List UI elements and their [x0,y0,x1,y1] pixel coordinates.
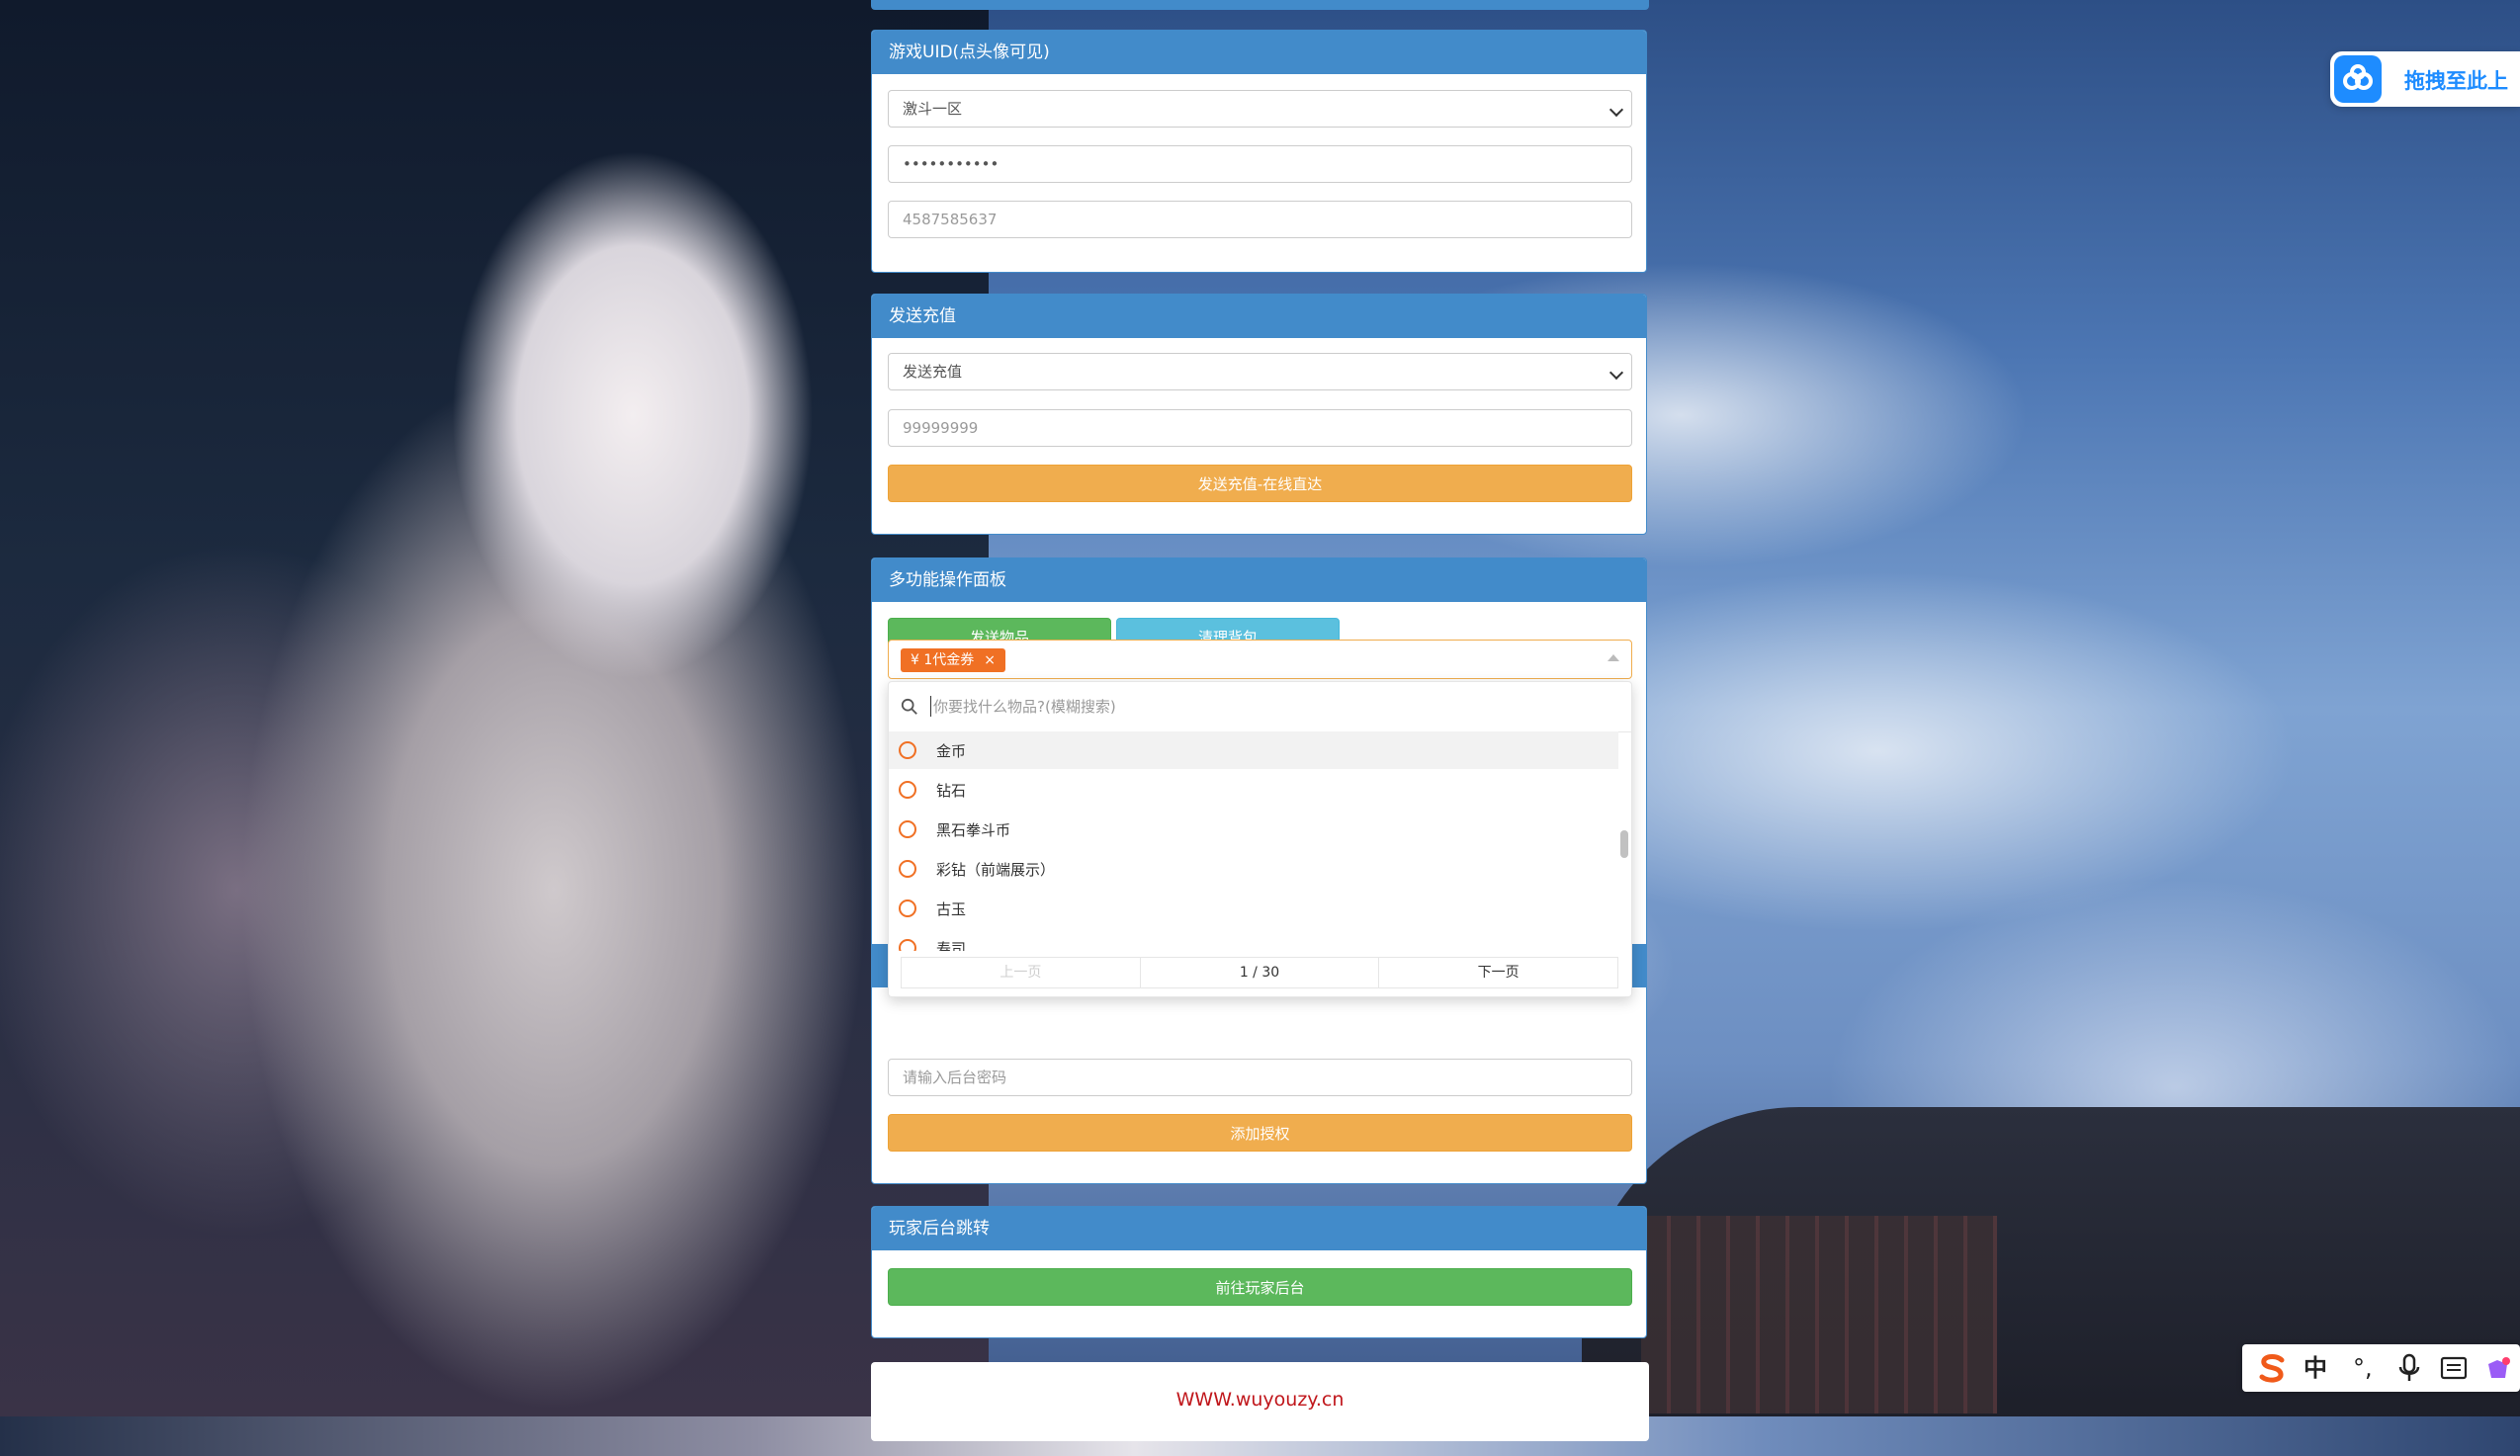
option-label: 彩钻（前端展示） [936,861,1056,879]
dropdown-scrollbar[interactable] [1620,830,1628,858]
search-icon [901,698,917,715]
radio-icon [899,939,916,951]
radio-icon [899,820,916,838]
game-uid-panel: 游戏UID(点头像可见) 激斗一区 ••••••••••• 4587585637 [871,30,1647,273]
keyboard-icon[interactable] [2440,1352,2468,1384]
radio-icon [899,899,916,917]
multi-function-panel: 多功能操作面板 发送物品 清理背包 ¥ 1代金券 × 请输入后台密码 添加授权 你… [871,557,1647,1184]
anime-girl-artwork [0,0,989,1416]
player-backend-panel: 玩家后台跳转 前往玩家后台 [871,1206,1647,1338]
panel-title: 玩家后台跳转 [872,1207,1646,1250]
option-label: 钻石 [936,782,967,800]
password-field[interactable]: ••••••••••• [888,145,1632,183]
caret-up-icon[interactable] [1608,654,1619,661]
selected-item-tag: ¥ 1代金券 × [901,648,1005,672]
panel-title: 发送充值 [872,295,1646,338]
ime-toolbar: 中 °, [2242,1344,2520,1392]
dropdown-option[interactable]: 古玉 [889,890,1618,927]
option-label: 古玉 [936,900,967,918]
recharge-amount-value: 99999999 [903,419,979,437]
recharge-amount-input[interactable]: 99999999 [888,409,1632,447]
dropdown-option[interactable]: 黑石拳斗币 [889,811,1618,848]
server-select[interactable]: 激斗一区 [888,90,1632,128]
recharge-type-value: 发送充值 [903,363,963,381]
recharge-type-select[interactable]: 发送充值 [888,353,1632,390]
server-select-value: 激斗一区 [903,100,963,118]
option-label: 寿司 [936,940,967,951]
option-label: 金币 [936,742,967,760]
dropdown-option[interactable]: 金币 [889,731,1618,769]
uid-input-value: 4587585637 [903,211,998,228]
backend-password-placeholder: 请输入后台密码 [903,1069,1007,1086]
option-label: 黑石拳斗币 [936,821,1011,839]
footer-link[interactable]: WWW.wuyouzy.cn [871,1389,1649,1411]
prev-page-button[interactable]: 上一页 [902,958,1141,987]
send-recharge-button[interactable]: 发送充值-在线直达 [888,465,1632,502]
cloud-drop-widget[interactable]: 拖拽至此上 [2330,51,2520,107]
ime-mode-toggle[interactable]: 中 [2303,1352,2327,1384]
sogou-logo-icon[interactable] [2254,1350,2290,1383]
radio-icon [899,860,916,878]
footer: WWW.wuyouzy.cn [871,1362,1649,1441]
cloud-drop-label: 拖拽至此上 [2404,69,2508,93]
recharge-panel: 发送充值 发送充值 99999999 发送充值-在线直达 [871,294,1647,535]
cockpit-panel-artwork [1641,1216,1997,1413]
dropdown-search[interactable]: 你要找什么物品?(模糊搜索) [889,682,1631,732]
go-player-backend-button[interactable]: 前往玩家后台 [888,1268,1632,1306]
close-icon[interactable]: × [984,652,996,668]
top-panel-edge [871,0,1649,10]
chevron-down-icon [1608,102,1624,118]
next-page-button[interactable]: 下一页 [1379,958,1617,987]
ime-skin-icon[interactable] [2483,1352,2513,1384]
microphone-icon[interactable] [2396,1352,2422,1384]
radio-icon [899,781,916,799]
chevron-down-icon [1608,365,1624,381]
add-authorization-button[interactable]: 添加授权 [888,1114,1632,1152]
dropdown-option[interactable]: 寿司 [889,929,1618,951]
item-multiselect[interactable]: ¥ 1代金券 × [888,640,1632,679]
password-field-value: ••••••••••• [903,155,999,173]
backend-password-input[interactable]: 请输入后台密码 [888,1059,1632,1096]
panel-title: 游戏UID(点头像可见) [872,31,1646,74]
dropdown-search-input[interactable]: 你要找什么物品?(模糊搜索) [930,696,1116,717]
page-indicator: 1 / 30 [1141,958,1380,987]
dropdown-pager: 上一页 1 / 30 下一页 [901,957,1618,988]
baidu-netdisk-icon [2334,55,2382,103]
dropdown-option[interactable]: 钻石 [889,771,1618,809]
panel-title: 多功能操作面板 [872,558,1646,602]
radio-icon [899,741,916,759]
uid-input[interactable]: 4587585637 [888,201,1632,238]
dropdown-option[interactable]: 彩钻（前端展示） [889,850,1618,888]
selected-item-label: ¥ 1代金券 [911,652,975,668]
dropdown-options: 金币 钻石 黑石拳斗币 彩钻（前端展示） 古玉 寿司 [889,731,1631,951]
item-dropdown: 你要找什么物品?(模糊搜索) 金币 钻石 黑石拳斗币 彩钻（前端展示） 古玉 寿… [888,681,1632,997]
ime-punctuation-toggle[interactable]: °, [2353,1352,2373,1384]
